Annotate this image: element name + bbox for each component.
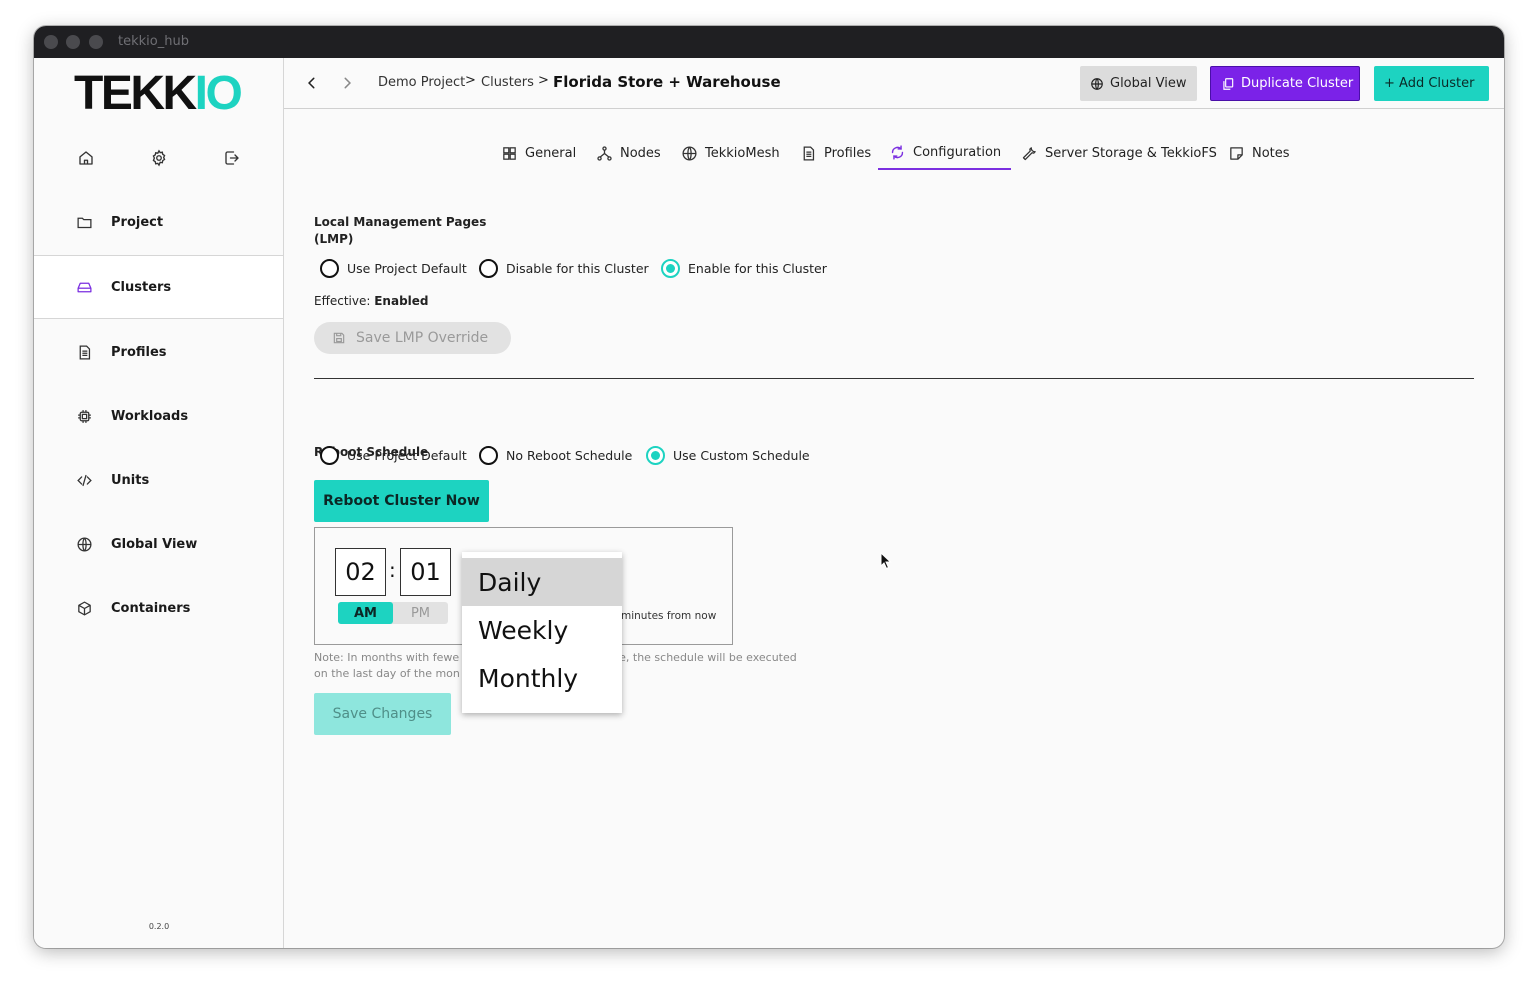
breadcrumb-current: Florida Store + Warehouse [553, 73, 781, 91]
refresh-icon [888, 143, 906, 161]
forward-arrow-icon[interactable] [337, 73, 357, 93]
lmp-section-title: Local Management Pages (LMP) [314, 215, 487, 246]
hour-input[interactable]: 02 [335, 548, 386, 596]
folder-icon [74, 212, 94, 232]
reboot-option-project-default[interactable]: Use Project Default [320, 446, 467, 465]
code-icon [74, 470, 94, 490]
time-colon: : [389, 558, 396, 582]
note-icon [1227, 144, 1245, 162]
frequency-dropdown[interactable]: Daily Weekly Monthly [462, 552, 622, 713]
sidebar-item-workloads[interactable]: Workloads [34, 384, 283, 448]
globe-icon [1090, 77, 1104, 91]
wrench-icon [1020, 144, 1038, 162]
lmp-option-disable[interactable]: Disable for this Cluster [479, 259, 649, 278]
tab-notes[interactable]: Notes [1227, 136, 1290, 170]
next-run-text: minutes from now [621, 610, 717, 622]
app-window: tekkio_hub TEKKIO Project Clusters Profi… [34, 26, 1504, 948]
title-bar: tekkio_hub [34, 26, 1504, 58]
sidebar-item-label: Workloads [111, 408, 189, 424]
frequency-option-weekly[interactable]: Weekly [462, 606, 622, 654]
tab-profiles[interactable]: Profiles [799, 136, 871, 170]
sidebar-item-label: Profiles [111, 344, 167, 360]
frequency-option-daily[interactable]: Daily [462, 558, 622, 606]
top-bar: Demo Project > Clusters > Florida Store … [284, 58, 1504, 109]
section-divider [314, 378, 1474, 379]
app-version: 0.2.0 [148, 922, 170, 931]
tekkio-logo: TEKKIO [74, 67, 243, 120]
radio-circle[interactable] [661, 259, 680, 278]
breadcrumb-clusters[interactable]: Clusters [481, 75, 534, 90]
reboot-option-custom[interactable]: Use Custom Schedule [646, 446, 810, 465]
minute-input[interactable]: 01 [400, 548, 451, 596]
sidebar-item-label: Units [111, 472, 150, 488]
radio-circle[interactable] [479, 259, 498, 278]
sidebar-item-profiles[interactable]: Profiles [34, 320, 283, 384]
sidebar-item-units[interactable]: Units [34, 448, 283, 512]
breadcrumb-separator: > [465, 73, 476, 88]
lmp-effective-status: Effective: Enabled [314, 294, 429, 308]
box-icon [74, 598, 94, 618]
sidebar-item-project[interactable]: Project [34, 190, 283, 254]
radio-circle[interactable] [646, 446, 665, 465]
maximize-window-button[interactable] [89, 35, 103, 49]
sidebar-item-global-view[interactable]: Global View [34, 512, 283, 576]
radio-circle[interactable] [320, 446, 339, 465]
sidebar-item-containers[interactable]: Containers [34, 576, 283, 640]
globe-icon [74, 534, 94, 554]
save-icon [332, 331, 346, 345]
tab-general[interactable]: General [500, 136, 576, 170]
duplicate-cluster-button[interactable]: Duplicate Cluster [1210, 66, 1360, 101]
add-cluster-button[interactable]: + Add Cluster [1374, 66, 1489, 101]
chip-icon [74, 406, 94, 426]
sidebar-item-label: Clusters [111, 279, 172, 295]
document-icon [74, 342, 94, 362]
sidebar-item-label: Global View [111, 536, 198, 552]
am-option[interactable]: AM [338, 602, 393, 624]
cluster-icon [74, 277, 94, 297]
radio-circle[interactable] [320, 259, 339, 278]
tab-nodes[interactable]: Nodes [595, 136, 661, 170]
save-changes-button[interactable]: Save Changes [314, 693, 451, 735]
breadcrumb-separator: > [538, 73, 549, 88]
document-icon [799, 144, 817, 162]
cluster-tabs: General Nodes TekkioMesh Profiles Config… [284, 136, 1504, 176]
frequency-option-monthly[interactable]: Monthly [462, 654, 622, 702]
reboot-option-none[interactable]: No Reboot Schedule [479, 446, 632, 465]
lmp-option-enable[interactable]: Enable for this Cluster [661, 259, 827, 278]
home-icon[interactable] [75, 147, 97, 169]
pm-option[interactable]: PM [393, 602, 448, 624]
nodes-icon [595, 144, 613, 162]
sidebar-item-clusters[interactable]: Clusters [34, 255, 283, 319]
window-title: tekkio_hub [118, 34, 189, 49]
copy-icon [1221, 77, 1235, 91]
tab-tekkiomesh[interactable]: TekkioMesh [680, 136, 780, 170]
close-window-button[interactable] [44, 35, 58, 49]
logout-icon[interactable] [221, 147, 243, 169]
sidebar-item-label: Project [111, 214, 164, 230]
gear-icon[interactable] [148, 147, 170, 169]
tab-server-storage[interactable]: Server Storage & TekkioFS [1020, 136, 1217, 170]
radio-circle[interactable] [479, 446, 498, 465]
global-view-button[interactable]: Global View [1080, 66, 1197, 101]
tab-configuration[interactable]: Configuration [878, 136, 1012, 170]
minimize-window-button[interactable] [66, 35, 80, 49]
back-arrow-icon[interactable] [302, 73, 322, 93]
sidebar: TEKKIO Project Clusters Profiles Workloa… [34, 58, 284, 948]
mouse-cursor-icon [880, 552, 892, 570]
save-lmp-override-button[interactable]: Save LMP Override [314, 322, 511, 354]
lmp-option-project-default[interactable]: Use Project Default [320, 259, 467, 278]
breadcrumb-project[interactable]: Demo Project [378, 75, 465, 90]
globe-icon [680, 144, 698, 162]
am-pm-toggle: AM PM [338, 602, 448, 624]
grid-icon [500, 144, 518, 162]
reboot-cluster-now-button[interactable]: Reboot Cluster Now [314, 480, 489, 522]
sidebar-item-label: Containers [111, 600, 191, 616]
